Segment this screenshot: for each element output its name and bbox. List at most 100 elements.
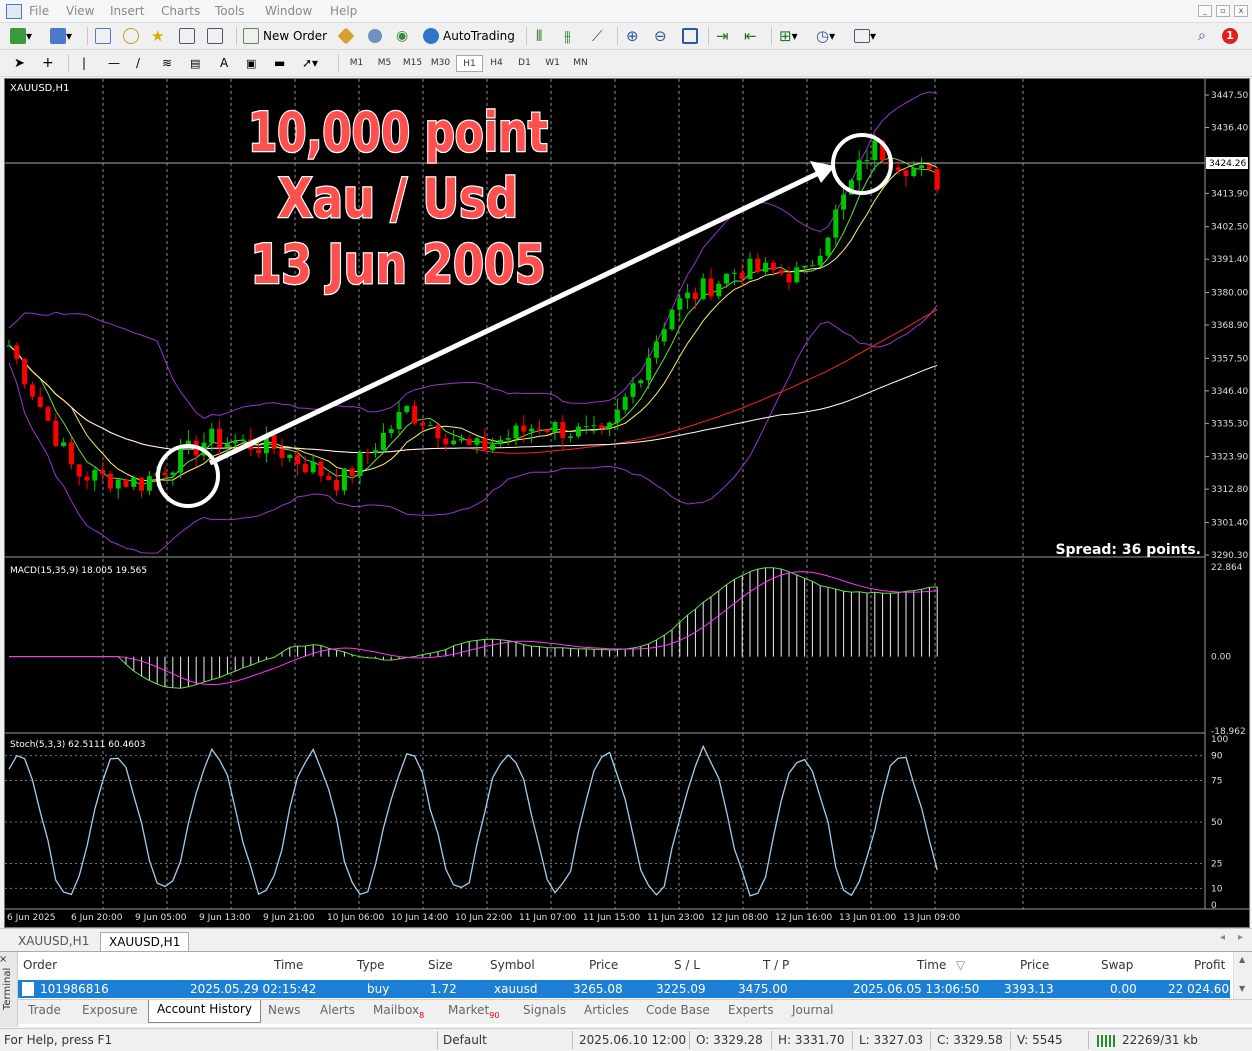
tab-market[interactable]: Market90 xyxy=(448,1003,499,1020)
metaeditor-icon[interactable] xyxy=(337,27,355,45)
candle-body xyxy=(279,448,285,458)
tab-trade[interactable]: Trade xyxy=(28,1003,61,1017)
indicators-icon[interactable]: ⊞ ▾ xyxy=(779,27,798,45)
text-label-icon[interactable]: ▣ xyxy=(246,54,256,72)
tab-mailbox[interactable]: Mailbox8 xyxy=(373,1003,424,1020)
tab-articles[interactable]: Articles xyxy=(584,1003,629,1017)
tab-news[interactable]: News xyxy=(268,1003,300,1017)
community-icon[interactable] xyxy=(368,27,382,45)
arrows-icon[interactable]: ➚▾ xyxy=(302,54,318,72)
line-chart-icon[interactable]: ⟋ xyxy=(592,27,603,45)
timeframe-h4[interactable]: H4 xyxy=(484,55,509,71)
zoom-out-icon[interactable]: ⊖ xyxy=(654,27,667,45)
fibonacci-icon[interactable]: ▤ xyxy=(190,54,200,72)
col-sl[interactable]: S / L xyxy=(674,958,700,972)
col-type[interactable]: Type xyxy=(357,958,385,972)
menu-insert[interactable]: Insert xyxy=(110,4,144,18)
timeframe-mn[interactable]: MN xyxy=(568,55,593,71)
chart-window[interactable]: 3447.50 3436.40 3413.90 3402.50 3391.40 3380.… xyxy=(4,78,1250,928)
text-icon[interactable]: A xyxy=(220,54,228,72)
menu-file[interactable]: File xyxy=(29,4,49,18)
candle-body xyxy=(591,425,597,427)
new-chart-icon[interactable]: ▾ xyxy=(10,27,32,45)
vertical-line-icon[interactable]: | xyxy=(82,54,86,72)
notifications-icon[interactable]: 1 xyxy=(1222,27,1238,45)
col-order[interactable]: Order xyxy=(23,958,57,972)
auto-scroll-icon[interactable]: ⇥ xyxy=(716,27,729,45)
col-close-price[interactable]: Price xyxy=(1020,958,1049,972)
terminal-close-icon[interactable]: × xyxy=(0,954,7,965)
candlestick-icon[interactable]: ⫵ xyxy=(564,27,571,45)
col-close-time[interactable]: Time xyxy=(917,958,946,972)
crosshair-icon[interactable]: + xyxy=(42,54,54,72)
candle-body xyxy=(755,258,761,272)
tab-signals[interactable]: Signals xyxy=(523,1003,566,1017)
autotrading-button[interactable]: AutoTrading xyxy=(423,27,515,45)
timeframe-m30[interactable]: M30 xyxy=(428,55,453,71)
tab-code-base[interactable]: Code Base xyxy=(646,1003,710,1017)
market-watch-icon[interactable] xyxy=(95,27,111,45)
tile-windows-icon[interactable] xyxy=(682,27,698,45)
tab-scroll-right-icon[interactable]: ▸ xyxy=(1238,932,1243,943)
search-icon[interactable]: ⌕ xyxy=(1198,27,1206,45)
candle-body xyxy=(747,258,753,280)
timeframe-m1[interactable]: M1 xyxy=(344,55,369,71)
tab-experts[interactable]: Experts xyxy=(728,1003,774,1017)
chart-shift-icon[interactable]: ⇤ xyxy=(744,27,757,45)
col-time[interactable]: Time xyxy=(274,958,303,972)
time-tick-label: 9 Jun 13:00 xyxy=(199,913,251,923)
macd-tick-label: 0.00 xyxy=(1211,653,1231,663)
col-swap[interactable]: Swap xyxy=(1101,958,1133,972)
equidistant-channel-icon[interactable]: ≋ xyxy=(162,54,172,72)
sort-desc-icon[interactable]: ▽ xyxy=(956,958,965,972)
new-order-button[interactable]: New Order xyxy=(243,27,327,45)
table-row[interactable]: 101986816 2025.05.29 02:15:42 buy 1.72 x… xyxy=(18,980,1230,998)
profiles-icon[interactable]: ▾ xyxy=(50,27,72,45)
menu-window[interactable]: Window xyxy=(265,4,312,18)
close-icon[interactable]: x xyxy=(1234,5,1248,17)
favorites-icon[interactable]: ★ xyxy=(151,27,164,45)
col-profit[interactable]: Profit xyxy=(1194,958,1225,972)
col-tp[interactable]: T / P xyxy=(763,958,789,972)
menu-charts[interactable]: Charts xyxy=(161,4,200,18)
menu-help[interactable]: Help xyxy=(330,4,357,18)
tab-scroll-left-icon[interactable]: ◂ xyxy=(1220,932,1225,943)
chart-tab-2[interactable]: XAUUSD,H1 xyxy=(100,932,190,951)
tab-exposure[interactable]: Exposure xyxy=(82,1003,138,1017)
menu-view[interactable]: View xyxy=(66,4,94,18)
col-price[interactable]: Price xyxy=(589,958,618,972)
timeframe-w1[interactable]: W1 xyxy=(540,55,565,71)
templates-icon[interactable]: ▾ xyxy=(854,27,876,45)
scroll-down-icon[interactable]: ▼ xyxy=(1239,984,1245,993)
scroll-up-icon[interactable]: ▲ xyxy=(1239,955,1245,964)
navigator-icon[interactable] xyxy=(123,27,139,45)
chart-tab-1[interactable]: XAUUSD,H1 xyxy=(10,932,97,950)
timeframe-d1[interactable]: D1 xyxy=(512,55,537,71)
timeframe-m15[interactable]: M15 xyxy=(400,55,425,71)
minimize-icon[interactable]: _ xyxy=(1198,5,1212,17)
candle-body xyxy=(349,468,355,476)
col-symbol[interactable]: Symbol xyxy=(490,958,535,972)
timeframe-h1[interactable]: H1 xyxy=(456,55,483,72)
cursor-icon[interactable]: ➤ xyxy=(14,54,25,72)
data-window-icon[interactable] xyxy=(179,27,195,45)
timeframe-m5[interactable]: M5 xyxy=(372,55,397,71)
tab-account-history[interactable]: Account History xyxy=(148,1000,261,1023)
horizontal-line-icon[interactable]: — xyxy=(108,54,120,72)
tab-alerts[interactable]: Alerts xyxy=(320,1003,355,1017)
periods-icon[interactable]: ◷ ▾ xyxy=(816,27,835,45)
terminal-scrollbar[interactable]: ▲ ▼ xyxy=(1233,952,1252,999)
signals-icon[interactable]: ◉ xyxy=(396,27,408,45)
trendline-icon[interactable]: / xyxy=(136,54,140,72)
zoom-in-icon[interactable]: ⊕ xyxy=(626,27,639,45)
tab-journal[interactable]: Journal xyxy=(792,1003,834,1017)
menu-tools[interactable]: Tools xyxy=(215,4,245,18)
strategy-tester-icon[interactable] xyxy=(207,27,223,45)
bar-chart-icon[interactable]: ⫴ xyxy=(536,27,542,45)
shapes-icon[interactable]: ▬ xyxy=(274,54,285,72)
chart-canvas[interactable]: 3447.50 3436.40 3413.90 3402.50 3391.40 3380.… xyxy=(5,79,1249,927)
col-size[interactable]: Size xyxy=(428,958,453,972)
candle-body xyxy=(521,425,527,432)
candle-body xyxy=(53,420,59,446)
restore-icon[interactable]: ▫ xyxy=(1216,5,1230,17)
